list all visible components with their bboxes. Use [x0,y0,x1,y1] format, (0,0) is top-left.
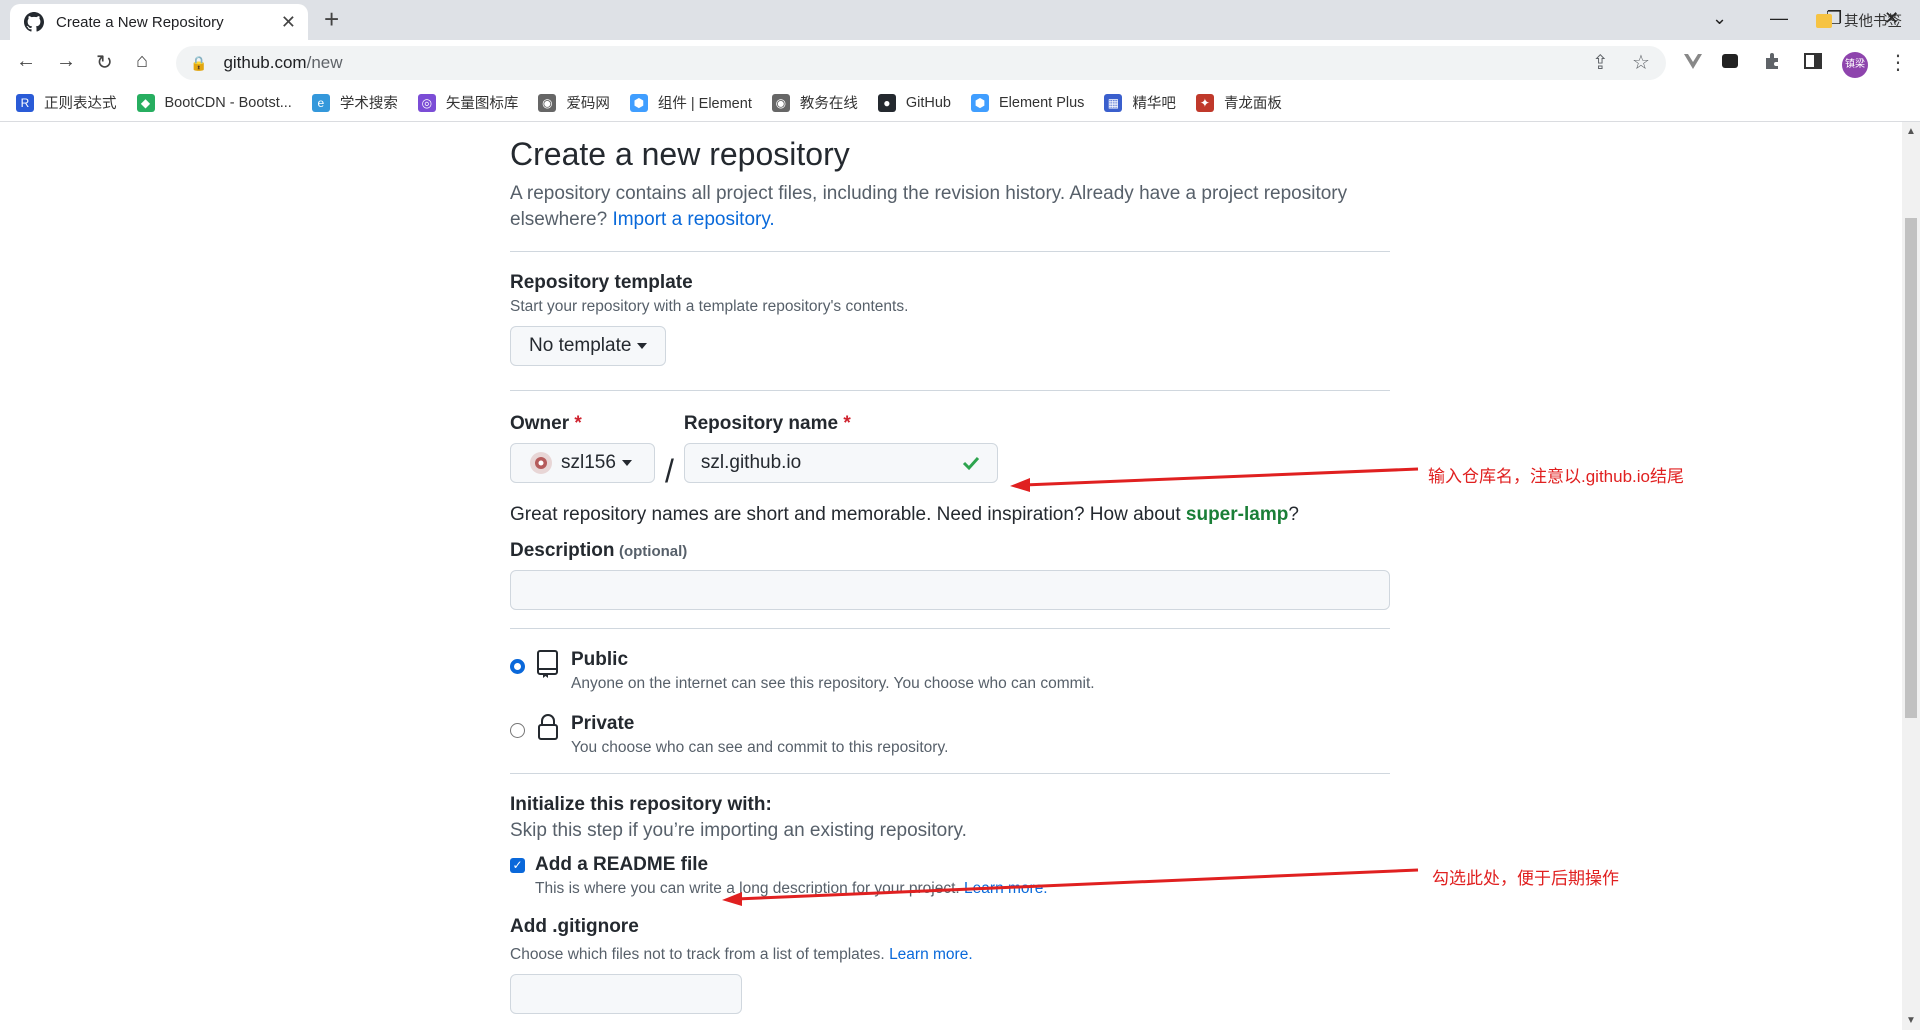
readme-arrow [735,868,1419,901]
readme-arrowhead [722,892,742,906]
bookmark-label: 矢量图标库 [445,96,519,112]
bookmark-icon: R [16,93,34,112]
bookmark-star-icon[interactable]: ☆ [1632,50,1650,75]
annotation-arrows [722,467,1419,906]
tab-close-icon[interactable]: ✕ [281,12,296,33]
bookmark-icon: ◎ [417,93,436,112]
other-bookmarks[interactable]: 其他书签 [1816,10,1902,31]
bookmark-label: Element Plus [999,94,1085,111]
bookmark-item[interactable]: ◆ BootCDN - Bootst... [136,93,292,112]
bookmark-label: 教务在线 [799,96,858,112]
reload-icon[interactable]: ↻ [96,50,113,75]
bookmark-item[interactable]: ▦ 精华吧 [1104,92,1176,113]
page-content: ▲ ▼ Create a new repository A repository… [0,122,1920,1030]
bookmark-label: 正则表达式 [44,96,117,112]
browser-tab[interactable]: Create a New Repository ✕ [10,4,308,40]
tab-search-icon[interactable]: ⌄ [1712,8,1727,29]
forward-icon[interactable]: → [56,50,76,73]
home-icon[interactable]: ⌂ [136,50,148,73]
minimize-button[interactable]: — [1770,8,1788,29]
bookmark-label: 精华吧 [1132,96,1176,112]
new-tab-button[interactable]: + [324,6,339,32]
bookmark-label: GitHub [905,94,951,111]
readme-annotation: 勾选此处，便于后期操作 [1432,869,1619,888]
github-icon [24,12,44,32]
bookmark-icon: ▦ [1104,93,1123,112]
repo-name-arrow [1023,467,1419,487]
address-bar[interactable]: 🔒 github.com/new [176,46,1666,80]
share-icon[interactable]: ⇪ [1592,50,1609,75]
bookmark-label: 青龙面板 [1223,96,1282,112]
vue-devtools-icon[interactable] [1682,50,1704,72]
browser-toolbar: ← → ↻ ⌂ 🔒 github.com/new ⇪ ☆ 2 ⋮ [0,40,1920,122]
bookmark-item[interactable]: ✦ 青龙面板 [1195,92,1282,113]
bookmark-item[interactable]: ◉ 教务在线 [771,92,858,113]
url-host: github.com [223,53,307,72]
puzzle-icon[interactable] [1762,50,1784,72]
bookmark-icon: ◆ [136,93,155,112]
bookmark-item[interactable]: ◎ 矢量图标库 [417,92,519,113]
side-panel-icon[interactable] [1802,50,1824,72]
bookmark-icon: ◉ [771,93,790,112]
bookmark-item[interactable]: ◉ 爱码网 [538,92,610,113]
repo-name-annotation: 输入仓库名，注意以.github.io结尾 [1428,467,1684,486]
folder-icon [1816,13,1832,28]
bookmark-label: 组件 | Element [657,96,752,112]
browser-tab-bar: Create a New Repository ✕ + ⌄ — ❐ ✕ [0,0,1920,40]
bookmark-item[interactable]: R 正则表达式 [16,92,117,113]
lock-icon: 🔒 [190,54,208,71]
bookmark-item[interactable]: ⬢ Element Plus [971,93,1085,112]
profile-avatar[interactable]: 镇梁 [1842,52,1868,78]
back-icon[interactable]: ← [16,50,36,73]
menu-kebab-icon[interactable]: ⋮ [1888,50,1908,75]
bookmark-item[interactable]: e 学术搜索 [311,92,398,113]
extension-icon[interactable] [1720,50,1742,72]
tab-title: Create a New Repository [56,13,224,31]
bookmark-icon: ⬢ [971,93,989,112]
url-path: /new [306,53,343,72]
bookmark-icon: ✦ [1195,93,1214,112]
bookmark-icon: ● [877,93,896,112]
bookmark-icon: ⬢ [629,93,648,112]
bookmark-item[interactable]: ⬢ 组件 | Element [629,92,752,113]
bookmark-icon: ◉ [538,93,557,112]
bookmark-item[interactable]: ● GitHub [877,93,951,112]
repo-name-arrowhead [1010,478,1030,492]
bookmark-label: 学术搜索 [339,96,398,112]
bookmark-label: BootCDN - Bootst... [164,94,292,111]
bookmarks-bar: R 正则表达式 ◆ BootCDN - Bootst... e 学术搜索 ◎ 矢量图标库 ◉ 爱码… [0,84,1920,122]
bookmark-icon: e [311,93,330,112]
bookmark-label: 爱码网 [566,96,610,112]
other-bookmarks-label: 其他书签 [1844,14,1902,30]
